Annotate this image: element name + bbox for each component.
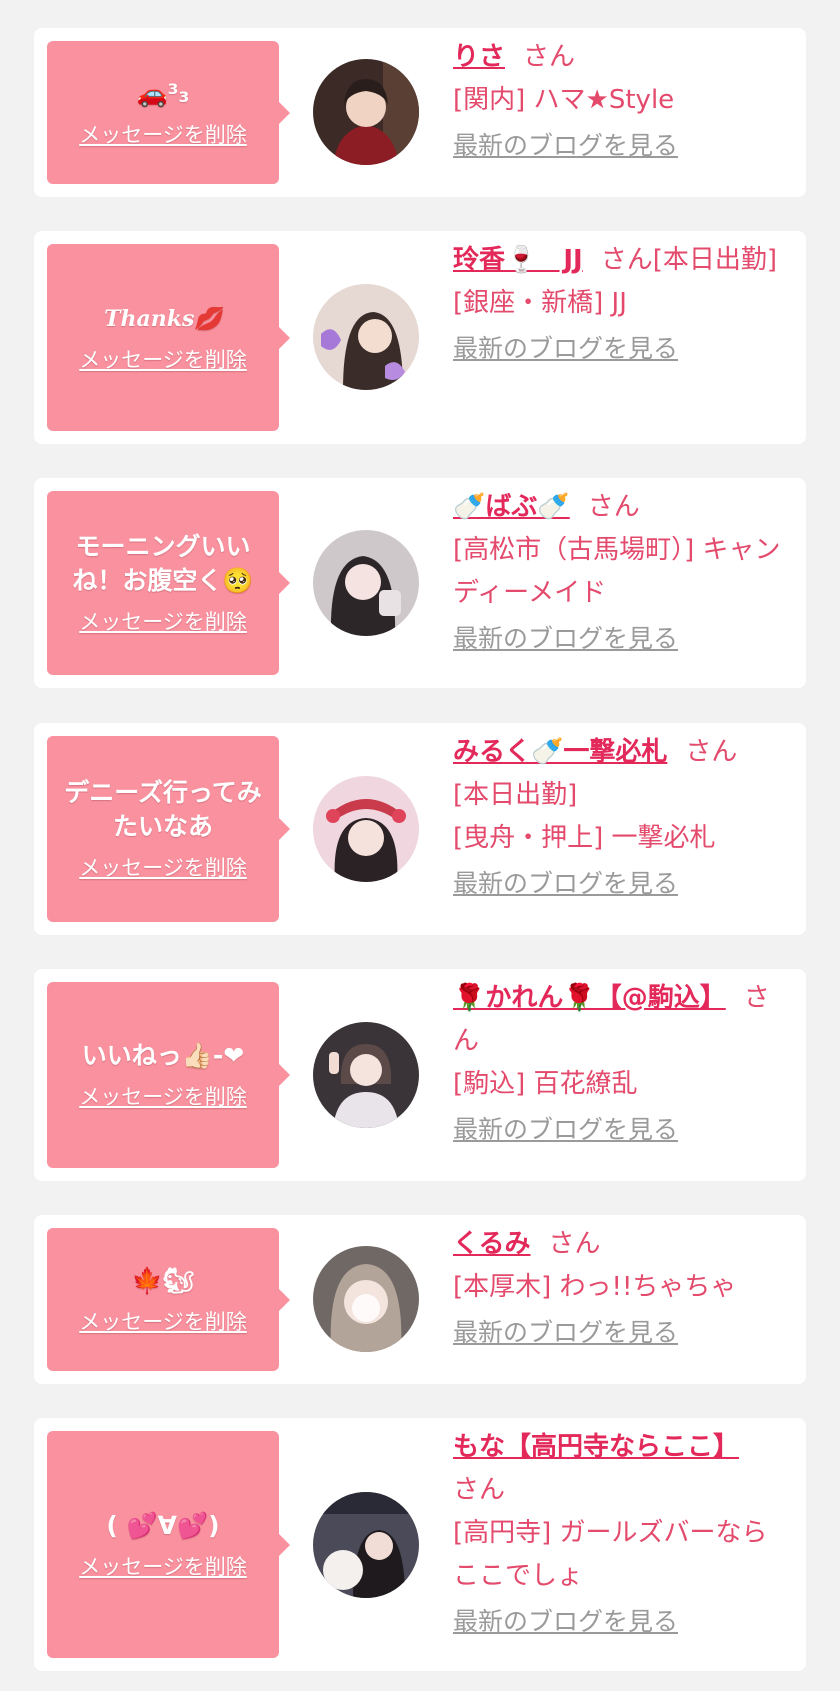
store-info: [本厚木] わっ!!ちゃちゃ bbox=[453, 1272, 737, 1302]
sender-name-link[interactable]: みるく🍼一撃必札 bbox=[453, 737, 667, 767]
delete-message-link[interactable]: メッセージを削除 bbox=[79, 606, 247, 636]
avatar[interactable] bbox=[313, 530, 419, 636]
avatar[interactable] bbox=[313, 284, 419, 390]
message-card: Thanks💋 メッセージを削除 玲香🍷 JJ さん[本日出勤] [銀座・新橋] … bbox=[34, 231, 806, 444]
message-card: モーニングいいね！お腹空く🥺 メッセージを削除 🍼ばぶ🍼 さん [高松市（古馬場町… bbox=[34, 478, 806, 688]
delete-message-link[interactable]: メッセージを削除 bbox=[79, 119, 247, 149]
message-bubble: 🚗³₃ メッセージを削除 bbox=[47, 41, 290, 184]
latest-blog-link[interactable]: 最新のブログを見る bbox=[453, 124, 678, 167]
delete-message-link[interactable]: メッセージを削除 bbox=[79, 1306, 247, 1336]
sender-info: 🍼ばぶ🍼 さん [高松市（古馬場町）] キャンディーメイド 最新のブログを見る bbox=[453, 486, 783, 661]
latest-blog-link[interactable]: 最新のブログを見る bbox=[453, 1600, 678, 1643]
avatar[interactable] bbox=[313, 776, 419, 882]
latest-blog-link[interactable]: 最新のブログを見る bbox=[453, 617, 678, 660]
avatar-photo bbox=[313, 530, 419, 636]
honorific: さん[本日出勤] bbox=[600, 245, 778, 275]
honorific: さん bbox=[453, 1475, 506, 1505]
status-info: [本日出勤] bbox=[453, 780, 578, 810]
sender-name-link[interactable]: りさ bbox=[453, 42, 505, 72]
message-card: デニーズ行ってみたいなあ メッセージを削除 みるく🍼一撃必札 さん [本日出勤] … bbox=[34, 723, 806, 935]
message-bubble: モーニングいいね！お腹空く🥺 メッセージを削除 bbox=[47, 491, 290, 675]
avatar-photo bbox=[313, 1492, 419, 1598]
message-card: いいねっ👍🏻-❤ メッセージを削除 🌹かれん🌹【@駒込】 さん [駒込] 百花繚乱… bbox=[34, 969, 806, 1181]
store-info: [高松市（古馬場町）] キャンディーメイド bbox=[453, 535, 781, 608]
store-info: [銀座・新橋] JJ bbox=[453, 288, 627, 318]
delete-message-link[interactable]: メッセージを削除 bbox=[79, 1551, 247, 1581]
store-info: [曳舟・押上] 一撃必札 bbox=[453, 823, 716, 853]
sender-name-link[interactable]: 🍼ばぶ🍼 bbox=[453, 492, 570, 522]
message-card: 🍁🐿 メッセージを削除 くるみ さん [本厚木] わっ!!ちゃちゃ 最新のブログを… bbox=[34, 1215, 806, 1384]
message-text: モーニングいいね！お腹空く🥺 bbox=[72, 532, 254, 595]
latest-blog-link[interactable]: 最新のブログを見る bbox=[453, 1311, 678, 1354]
sender-name-link[interactable]: もな【高円寺ならここ】 bbox=[453, 1432, 739, 1462]
honorific: さん bbox=[587, 492, 640, 522]
sender-name-link[interactable]: 🌹かれん🌹【@駒込】 bbox=[453, 983, 726, 1013]
message-bubble: Thanks💋 メッセージを削除 bbox=[47, 244, 290, 431]
avatar-photo bbox=[313, 776, 419, 882]
avatar-photo bbox=[313, 1022, 419, 1128]
sender-info: 🌹かれん🌹【@駒込】 さん [駒込] 百花繚乱 最新のブログを見る bbox=[453, 977, 783, 1152]
avatar[interactable] bbox=[313, 1492, 419, 1598]
message-text: いいねっ👍🏻-❤ bbox=[81, 1041, 245, 1070]
store-info: [高円寺] ガールズバーならここでしょ bbox=[453, 1518, 768, 1591]
sender-info: りさ さん [関内] ハマ★Style 最新のブログを見る bbox=[453, 36, 783, 168]
avatar-photo bbox=[313, 1246, 419, 1352]
message-bubble: ( 💕∀💕) メッセージを削除 bbox=[47, 1431, 290, 1658]
message-card: ( 💕∀💕) メッセージを削除 もな【高円寺ならここ】 さん [高円寺] ガール… bbox=[34, 1418, 806, 1671]
sender-info: くるみ さん [本厚木] わっ!!ちゃちゃ 最新のブログを見る bbox=[453, 1223, 783, 1355]
message-card: 🚗³₃ メッセージを削除 りさ さん [関内] ハマ★Style 最新のブログを見… bbox=[34, 28, 806, 197]
store-info: [駒込] 百花繚乱 bbox=[453, 1069, 638, 1099]
message-bubble: 🍁🐿 メッセージを削除 bbox=[47, 1228, 290, 1371]
message-text: Thanks💋 bbox=[104, 305, 222, 332]
message-list: 🚗³₃ メッセージを削除 りさ さん [関内] ハマ★Style 最新のブログを見… bbox=[0, 0, 840, 1691]
delete-message-link[interactable]: メッセージを削除 bbox=[79, 344, 247, 374]
sender-info: 玲香🍷 JJ さん[本日出勤] [銀座・新橋] JJ 最新のブログを見る bbox=[453, 239, 783, 371]
message-bubble: いいねっ👍🏻-❤ メッセージを削除 bbox=[47, 982, 290, 1168]
avatar[interactable] bbox=[313, 59, 419, 165]
honorific: さん bbox=[523, 42, 576, 72]
message-bubble: デニーズ行ってみたいなあ メッセージを削除 bbox=[47, 736, 290, 922]
sender-name-link[interactable]: くるみ bbox=[453, 1229, 530, 1259]
latest-blog-link[interactable]: 最新のブログを見る bbox=[453, 862, 678, 905]
honorific: さん bbox=[685, 737, 738, 767]
delete-message-link[interactable]: メッセージを削除 bbox=[79, 852, 247, 882]
message-text: 🍁🐿 bbox=[131, 1265, 195, 1295]
sender-info: もな【高円寺ならここ】 さん [高円寺] ガールズバーならここでしょ 最新のブロ… bbox=[453, 1426, 783, 1644]
avatar[interactable] bbox=[313, 1246, 419, 1352]
message-text: ( 💕∀💕) bbox=[106, 1510, 220, 1540]
avatar-photo bbox=[313, 59, 419, 165]
avatar[interactable] bbox=[313, 1022, 419, 1128]
latest-blog-link[interactable]: 最新のブログを見る bbox=[453, 1108, 678, 1151]
delete-message-link[interactable]: メッセージを削除 bbox=[79, 1081, 247, 1111]
honorific: さん bbox=[548, 1229, 601, 1259]
message-text: デニーズ行ってみたいなあ bbox=[64, 778, 262, 841]
sender-info: みるく🍼一撃必札 さん [本日出勤] [曳舟・押上] 一撃必札 最新のブログを見る bbox=[453, 731, 783, 906]
latest-blog-link[interactable]: 最新のブログを見る bbox=[453, 327, 678, 370]
avatar-photo bbox=[313, 284, 419, 390]
message-text: 🚗³₃ bbox=[136, 78, 190, 108]
store-info: [関内] ハマ★Style bbox=[453, 85, 675, 115]
sender-name-link[interactable]: 玲香🍷 JJ bbox=[453, 245, 583, 275]
